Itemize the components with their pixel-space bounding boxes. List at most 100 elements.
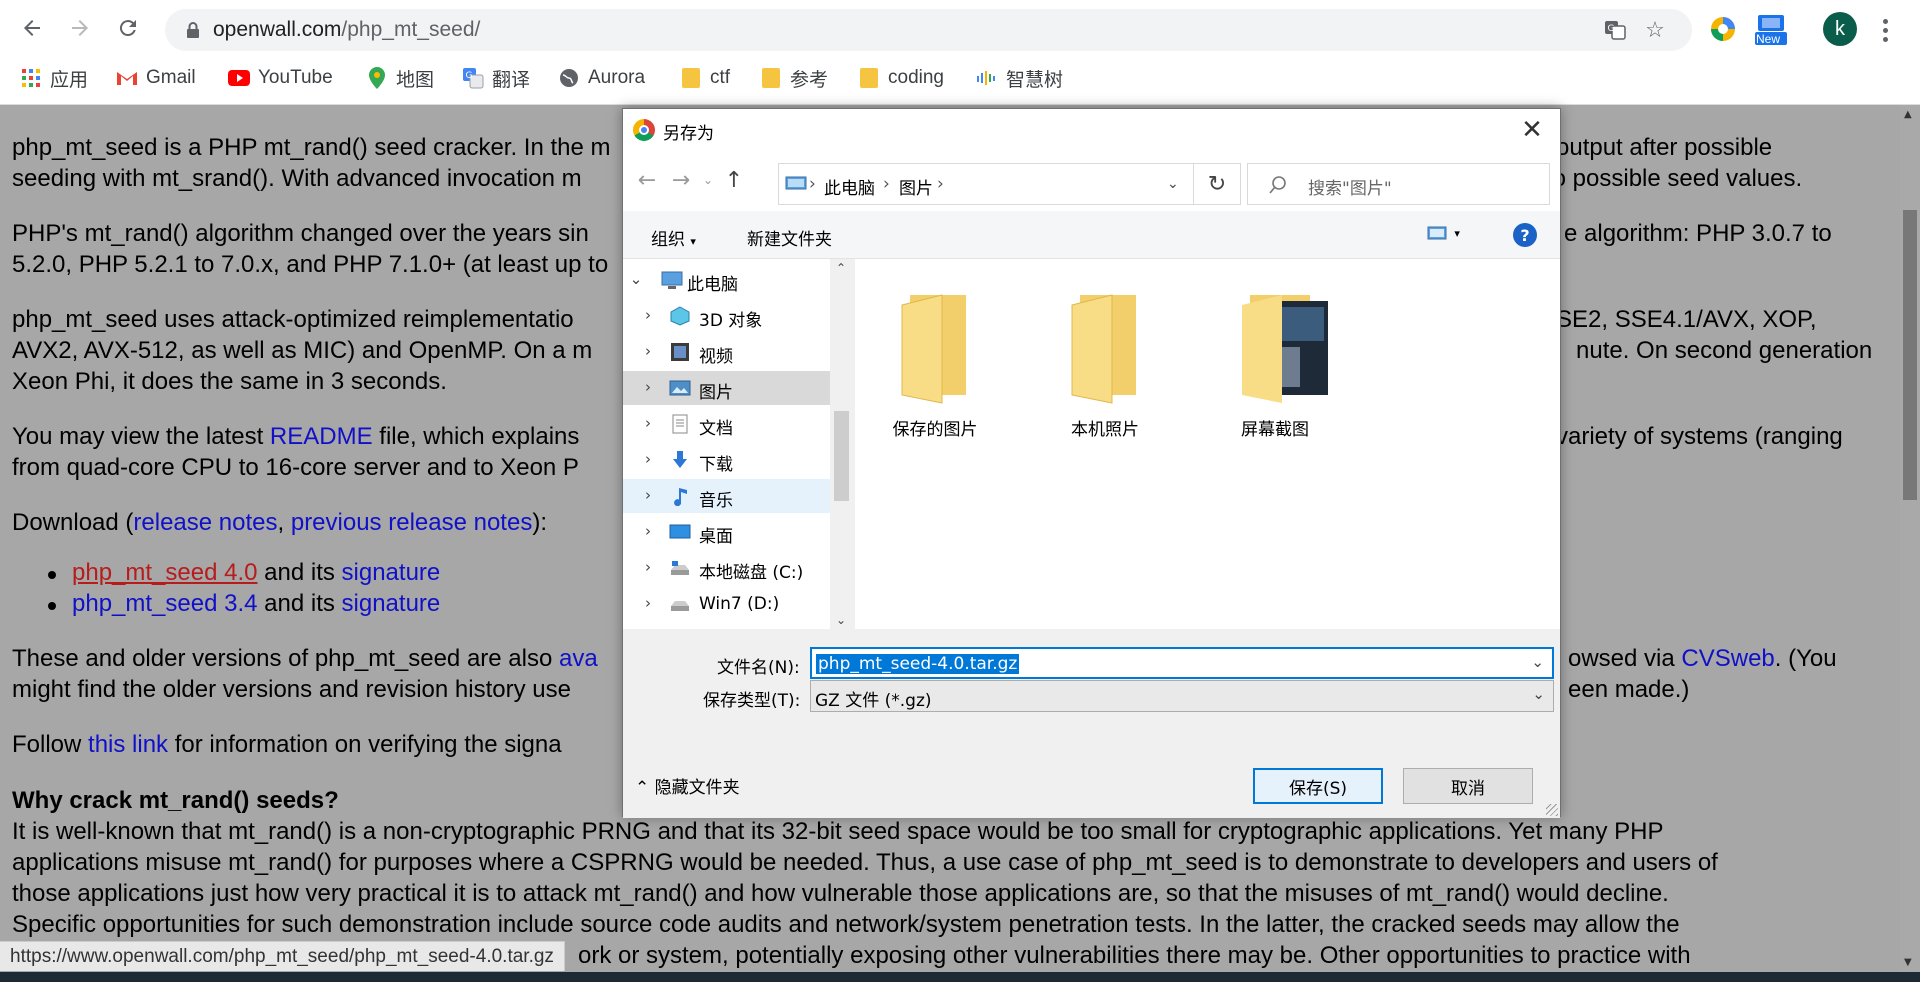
drive-c-icon [669, 558, 691, 578]
cvsweb-link[interactable]: CVSweb [1681, 645, 1774, 672]
reload-icon[interactable] [110, 10, 146, 46]
scroll-down-icon[interactable]: ▼ [1904, 957, 1912, 968]
breadcrumb-separator: › [937, 174, 944, 194]
3d-objects-icon [669, 306, 691, 326]
page-scrollbar[interactable]: ▲ ▼ [1900, 105, 1920, 972]
save-button[interactable]: 保存(S) [1253, 768, 1383, 804]
bookmark-folder-coding[interactable]: coding [858, 64, 944, 92]
bookmark-translate[interactable]: G 翻译 [462, 64, 530, 92]
tree-scrollbar[interactable]: ⌃ ⌄ [830, 259, 853, 629]
back-arrow-icon[interactable] [14, 10, 50, 46]
navigation-tree: ⌄ 此电脑 › 3D 对象 › 视频 › 图片 › 文档 › 下载 › 音乐 ›… [623, 259, 853, 629]
chevron-up-icon[interactable]: ⌃ [836, 261, 846, 275]
para-why-5: ork or system, potentially exposing othe… [578, 942, 1691, 969]
chevron-down-icon[interactable]: ⌄ [836, 613, 846, 627]
chevron-down-icon[interactable]: ⌄ [1532, 685, 1545, 703]
bookmark-star-icon[interactable]: ☆ [1642, 17, 1668, 43]
dialog-titlebar[interactable]: 另存为 ✕ [623, 109, 1560, 151]
profile-avatar[interactable]: k [1823, 12, 1857, 46]
signature-4-0-link[interactable]: signature [342, 559, 441, 586]
chevron-down-icon[interactable]: ⌄ [627, 269, 645, 289]
refresh-icon[interactable]: ↻ [1193, 163, 1241, 205]
view-options-icon[interactable]: ▾ [1427, 225, 1460, 246]
filename-input[interactable]: php_mt_seed-4.0.tar.gz ⌄ [810, 647, 1554, 679]
location-bar[interactable]: › 此电脑 › 图片 › ⌄ [778, 163, 1194, 205]
bookmark-folder-reference[interactable]: 参考 [760, 64, 828, 92]
chevron-right-icon[interactable]: › [639, 341, 657, 361]
breadcrumb-this-pc[interactable]: 此电脑 [824, 174, 875, 199]
search-input[interactable]: 搜索"图片" [1247, 163, 1550, 205]
chevron-right-icon[interactable]: › [639, 485, 657, 505]
cancel-button[interactable]: 取消 [1403, 768, 1533, 804]
chevron-down-icon[interactable]: ⌄ [1531, 653, 1544, 671]
tree-scrollbar-thumb[interactable] [834, 411, 849, 501]
forward-arrow-icon[interactable]: → [671, 163, 691, 197]
bookmark-maps[interactable]: 地图 [366, 64, 434, 92]
bookmark-gmail[interactable]: Gmail [116, 64, 196, 92]
translate-page-icon[interactable]: G [1602, 17, 1628, 43]
readme-link[interactable]: README [270, 423, 373, 450]
chevron-right-icon[interactable]: › [639, 557, 657, 577]
bookmark-zhihuishu[interactable]: 智慧树 [976, 64, 1063, 92]
bookmark-apps[interactable]: 应用 [20, 64, 88, 92]
signature-3-4-link[interactable]: signature [342, 590, 441, 617]
new-folder-button[interactable]: 新建文件夹 [747, 225, 832, 250]
chrome-logo-icon [633, 119, 655, 141]
breadcrumb-separator: › [883, 174, 890, 194]
download-3-4-link[interactable]: php_mt_seed 3.4 [72, 590, 257, 617]
para-impl-2-right: nute. On second generation [1576, 337, 1873, 364]
bookmark-folder-ctf[interactable]: ctf [680, 64, 730, 92]
tree-item-pictures[interactable]: › 图片 [623, 371, 830, 405]
filetype-select[interactable]: GZ 文件 (*.gz) ⌄ [810, 680, 1554, 712]
tree-item-music[interactable]: › 音乐 [623, 479, 830, 513]
breadcrumb-separator: › [809, 174, 816, 194]
chrome-menu-icon[interactable] [1873, 13, 1897, 47]
bookmark-youtube[interactable]: YouTube [228, 64, 333, 92]
scroll-up-icon[interactable]: ▲ [1904, 109, 1912, 120]
svg-text:G: G [466, 71, 473, 81]
this-link[interactable]: this link [88, 731, 168, 758]
previous-release-notes-link[interactable]: previous release notes [291, 509, 532, 536]
folder-saved-pictures[interactable]: 保存的图片 [855, 287, 1015, 440]
resize-grip[interactable] [1546, 804, 1558, 816]
tree-item-downloads[interactable]: › 下载 [623, 443, 830, 477]
up-arrow-icon[interactable]: ↑ [723, 163, 745, 197]
back-arrow-icon[interactable]: ← [637, 163, 657, 197]
chevron-right-icon[interactable]: › [639, 305, 657, 325]
recent-locations-icon[interactable]: ⌄ [701, 163, 715, 197]
chevron-right-icon[interactable]: › [639, 377, 657, 397]
folder-camera-roll[interactable]: 本机照片 [1025, 287, 1185, 440]
tree-item-3d-objects[interactable]: › 3D 对象 [623, 299, 830, 333]
tree-item-drive-d[interactable]: › Win7 (D:) [623, 587, 830, 621]
download-4-0-link[interactable]: php_mt_seed 4.0 [72, 559, 257, 586]
folder-screenshots[interactable]: 屏幕截图 [1195, 287, 1355, 440]
chevron-right-icon[interactable]: › [639, 521, 657, 541]
chevron-right-icon[interactable]: › [639, 593, 657, 613]
release-notes-link[interactable]: release notes [133, 509, 277, 536]
filename-label: 文件名(N): [717, 658, 800, 678]
extension-color-icon[interactable] [1704, 10, 1742, 48]
bookmark-aurora[interactable]: Aurora [558, 64, 645, 92]
chevron-right-icon[interactable]: › [639, 413, 657, 433]
breadcrumb-pictures[interactable]: 图片 [899, 174, 933, 199]
tree-item-documents[interactable]: › 文档 [623, 407, 830, 441]
tree-item-this-pc[interactable]: ⌄ 此电脑 [623, 263, 830, 297]
help-icon[interactable]: ? [1513, 223, 1537, 247]
chevron-right-icon[interactable]: › [639, 449, 657, 469]
available-link[interactable]: ava [559, 645, 598, 672]
scrollbar-thumb[interactable] [1903, 210, 1917, 500]
location-dropdown-icon[interactable]: ⌄ [1167, 176, 1179, 192]
close-icon[interactable]: ✕ [1516, 115, 1548, 145]
tree-item-videos[interactable]: › 视频 [623, 335, 830, 369]
folder-icon [680, 67, 702, 89]
tree-item-desktop[interactable]: › 桌面 [623, 515, 830, 549]
organize-menu[interactable]: 组织 ▾ [651, 225, 696, 250]
extension-new-icon[interactable]: New [1752, 10, 1790, 48]
desktop-icon [669, 522, 691, 542]
hide-folders-toggle[interactable]: ⌃ 隐藏文件夹 [635, 773, 740, 798]
forward-arrow-icon[interactable] [62, 10, 98, 46]
folder-icon [858, 67, 880, 89]
address-bar[interactable]: openwall.com/php_mt_seed/ G ☆ [165, 9, 1692, 51]
tree-item-drive-c[interactable]: › 本地磁盘 (C:) [623, 551, 830, 585]
bookmarks-bar: 应用 Gmail YouTube 地图 G 翻译 Aurora ctf 参考 c… [0, 60, 1920, 96]
